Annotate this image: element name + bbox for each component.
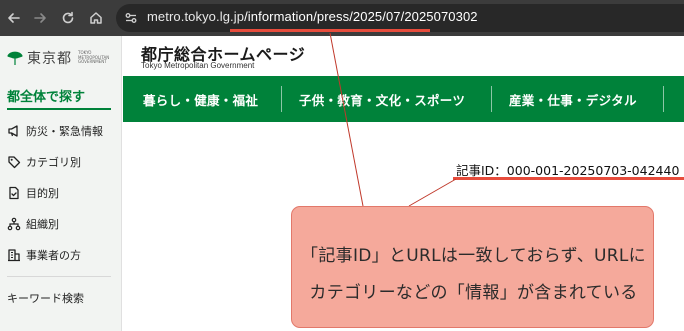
sidebar: 東京都 TOKYO METROPOLITAN GOVERNMENT 都全体で探す… — [0, 36, 122, 331]
sidebar-heading: 都全体で探す — [7, 90, 86, 105]
global-navigation: 暮らし・健康・福祉 子供・教育・文化・スポーツ 産業・仕事・デジタル — [123, 76, 684, 122]
logo-english: TOKYO METROPOLITAN GOVERNMENT — [78, 51, 118, 65]
tune-icon — [125, 13, 137, 23]
gnav-separator — [491, 86, 492, 112]
url-path: /information/press/2025/07/2025070302 — [244, 9, 478, 24]
gnav-item-living[interactable]: 暮らし・健康・福祉 — [143, 76, 258, 122]
home-button[interactable] — [86, 8, 106, 28]
sidebar-item-label: 目的別 — [26, 187, 59, 200]
sidebar-item-category[interactable]: カテゴリ別 — [7, 153, 81, 171]
gnav-separator — [281, 86, 282, 112]
logo-line-3: GOVERNMENT — [78, 59, 107, 65]
gnav-separator — [663, 86, 664, 112]
forward-button[interactable] — [30, 8, 50, 28]
site-subtitle: Tokyo Metropolitan Government — [141, 61, 255, 70]
keyword-search-label: キーワード検索 — [7, 292, 84, 305]
tokyo-logo[interactable]: 東京都 TOKYO METROPOLITAN GOVERNMENT — [6, 48, 118, 68]
ginkgo-leaf-icon — [7, 51, 23, 65]
reload-button[interactable] — [58, 8, 78, 28]
callout-text-line-1: 「記事ID」とURLは一致しておらず、URLに — [301, 246, 646, 266]
forward-arrow-icon — [34, 13, 46, 23]
sidebar-heading-underline — [7, 108, 111, 110]
home-icon — [90, 12, 102, 24]
sidebar-item-label: 組織別 — [26, 218, 59, 231]
gnav-item-industry[interactable]: 産業・仕事・デジタル — [509, 76, 637, 122]
annotation-callout: 「記事ID」とURLは一致しておらず、URLに カテゴリーなどの「情報」が含まれ… — [291, 206, 654, 328]
sidebar-item-disaster[interactable]: 防災・緊急情報 — [7, 122, 103, 140]
tag-icon — [8, 156, 21, 169]
sidebar-item-organization[interactable]: 組織別 — [7, 215, 59, 233]
sidebar-item-label: 防災・緊急情報 — [26, 125, 103, 138]
megaphone-icon — [8, 125, 18, 137]
sidebar-item-label: カテゴリ別 — [26, 156, 81, 169]
url-highlight-underline — [230, 29, 430, 32]
sidebar-divider — [7, 276, 111, 277]
url-host: metro.tokyo.lg.jp — [147, 9, 245, 24]
gnav-item-children[interactable]: 子供・教育・文化・スポーツ — [299, 76, 465, 122]
article-id-highlight-underline — [453, 177, 684, 180]
callout-text-line-2: カテゴリーなどの「情報」が含まれている — [309, 283, 638, 303]
back-arrow-icon — [8, 13, 20, 23]
logo-text: 東京都 — [27, 51, 72, 67]
pointer-line-to-article-id — [408, 178, 457, 207]
document-check-icon — [9, 186, 19, 200]
building-icon — [8, 249, 20, 262]
reload-icon — [62, 11, 74, 24]
org-chart-icon — [7, 217, 21, 231]
url-text[interactable]: metro.tokyo.lg.jp/information/press/2025… — [147, 9, 478, 24]
sidebar-item-label: 事業者の方 — [26, 249, 81, 262]
sidebar-item-purpose[interactable]: 目的別 — [7, 184, 59, 202]
back-button[interactable] — [4, 8, 24, 28]
site-info-button[interactable] — [121, 8, 141, 28]
sidebar-item-business[interactable]: 事業者の方 — [7, 246, 81, 264]
keyword-search-link[interactable]: キーワード検索 — [7, 289, 84, 307]
